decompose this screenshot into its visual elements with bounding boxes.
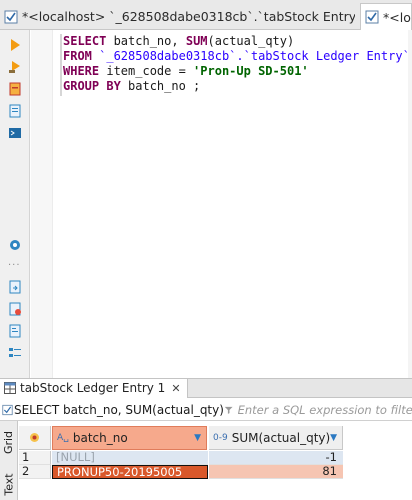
grid-corner[interactable] (19, 426, 51, 450)
export-icon[interactable] (6, 278, 23, 295)
cell-batch-no[interactable]: PRONUP50-20195005 (52, 465, 208, 479)
explain-plan-icon[interactable] (6, 80, 23, 97)
tab-text[interactable]: Text (0, 469, 18, 499)
editor-tab-localhost[interactable]: *<localhost> (360, 3, 412, 30)
editor-scrollbar[interactable] (408, 30, 412, 378)
sql-editor-icon (365, 10, 379, 24)
editor-tab-label: *<localhost> `_628508dabe0318cb`.`tabSto… (22, 9, 355, 24)
tab-grid[interactable]: Grid (0, 427, 18, 457)
table-icon (4, 382, 16, 394)
sql-editor-icon (4, 10, 18, 23)
number-type-icon: 0-9 (213, 432, 228, 443)
execute-script-icon[interactable] (6, 58, 23, 75)
editor-tab-label: *<localhost> (383, 9, 411, 25)
row-number: 1 (19, 451, 51, 465)
editor-side-toolbar: ··· (0, 30, 30, 378)
settings-icon[interactable] (6, 236, 23, 253)
column-label: SUM(actual_qty) (231, 430, 331, 445)
results-tab[interactable]: tabStock Ledger Entry 1 ✕ (0, 378, 188, 398)
sql-line-3: WHERE item_code = 'Pron-Up SD-501' (63, 64, 309, 78)
import-icon[interactable] (6, 300, 23, 317)
sql-editor[interactable]: SELECT batch_no, SUM(actual_qty) FROM `_6… (31, 30, 412, 378)
load-script-icon[interactable] (6, 102, 23, 119)
cell-batch-no[interactable]: [NULL] (52, 451, 208, 465)
results-tab-label: tabStock Ledger Entry 1 (20, 381, 166, 395)
execute-statement-icon[interactable] (6, 36, 23, 53)
chevron-down-icon[interactable]: ▼ (330, 433, 337, 443)
format-icon[interactable] (6, 322, 23, 339)
table-row[interactable]: 1 [NULL] -1 (19, 451, 343, 465)
table-row[interactable]: 2 PRONUP50-20195005 81 (19, 465, 343, 479)
sql-line-2: FROM `_628508dabe0318cb`.`tabStock Ledge… (63, 49, 410, 63)
string-type-icon: A␣ (57, 433, 69, 443)
sql-line-4: GROUP BY batch_no ; (63, 79, 201, 93)
filter-icon[interactable] (224, 404, 233, 416)
toolbar-overflow-dots: ··· (8, 260, 21, 271)
column-header-batch-no[interactable]: A␣ batch_no ▼ (52, 426, 207, 450)
results-grid: A␣ batch_no ▼ 0-9 SUM(actual_qty) ▼ 1 [N… (19, 421, 412, 500)
filter-bar: SELECT batch_no, SUM(actual_qty) FROM `_… (0, 399, 412, 421)
result-view-tabs: Grid Text (0, 421, 18, 500)
open-console-icon[interactable] (6, 124, 23, 141)
editor-tab-stock-entry-detail[interactable]: *<localhost> `_628508dabe0318cb`.`tabSto… (0, 3, 355, 30)
outline-icon[interactable] (6, 344, 23, 361)
results-tab-bar: tabStock Ledger Entry 1 ✕ (0, 378, 412, 398)
filter-input[interactable]: Enter a SQL expression to filter results (238, 403, 412, 417)
sql-line-1: SELECT batch_no, SUM(actual_qty) (63, 34, 295, 48)
chevron-down-icon[interactable]: ▼ (194, 433, 201, 443)
column-label: batch_no (72, 431, 128, 445)
sql-query-icon (2, 404, 13, 415)
editor-tab-strip: *<localhost> `_628508dabe0318cb`.`tabSto… (0, 0, 412, 30)
current-statement-marker (60, 34, 62, 96)
editor-ruler (31, 30, 53, 378)
cell-sum[interactable]: -1 (209, 451, 343, 465)
close-icon[interactable]: ✕ (171, 382, 180, 395)
sql-code[interactable]: SELECT batch_no, SUM(actual_qty) FROM `_6… (63, 34, 410, 94)
row-number: 2 (19, 465, 51, 479)
active-query-text: SELECT batch_no, SUM(actual_qty) FROM `_ (13, 402, 224, 417)
cell-sum[interactable]: 81 (209, 465, 343, 479)
record-mode-icon (30, 433, 39, 442)
column-header-sum[interactable]: 0-9 SUM(actual_qty) ▼ (209, 426, 343, 450)
